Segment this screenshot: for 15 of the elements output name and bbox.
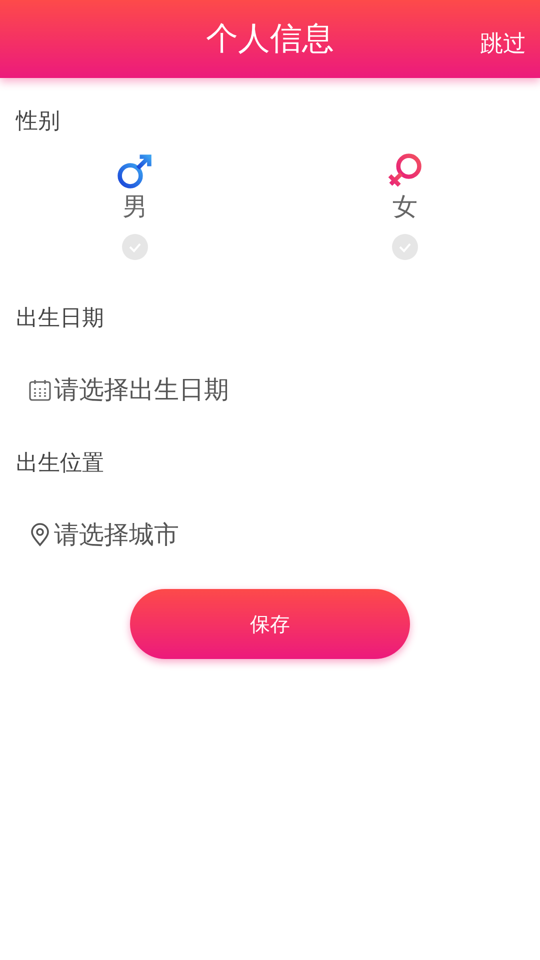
page-title: 个人信息 <box>206 18 334 59</box>
check-icon[interactable] <box>121 233 149 261</box>
location-pin-icon <box>28 522 52 546</box>
section-label: 出生位置 <box>15 450 105 478</box>
gender-label: 女 <box>392 191 418 223</box>
section-label: 出生日期 <box>15 305 105 333</box>
section-label: 性别 <box>14 108 61 136</box>
male-symbol-icon[interactable] <box>116 152 154 190</box>
skip-button[interactable]: 跳过 <box>480 28 526 59</box>
save-button[interactable]: 保存 <box>130 589 410 659</box>
check-icon[interactable] <box>391 233 419 261</box>
picker-field[interactable]: 请选择城市 <box>28 518 179 551</box>
gender-label: 男 <box>122 191 148 223</box>
picker-field[interactable]: 请选择出生日期 <box>28 373 229 406</box>
calendar-icon <box>28 378 52 402</box>
